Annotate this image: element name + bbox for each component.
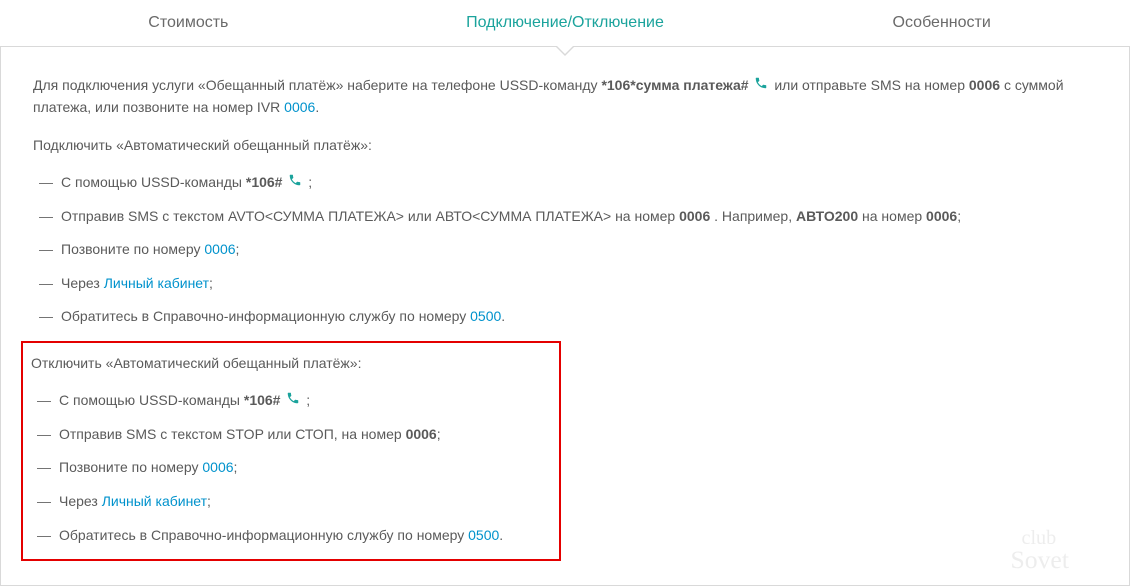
sms-number: 0006 <box>969 77 1000 93</box>
section-on-title: Подключить «Автоматический обещанный пла… <box>33 135 1097 157</box>
item-text: Обратитесь в Справочно-информационную сл… <box>59 527 468 543</box>
phone-icon <box>754 75 768 97</box>
item-text: ; <box>308 174 312 190</box>
list-item: С помощью USSD-команды *106# ; <box>33 173 1097 193</box>
item-text: . <box>499 527 503 543</box>
list-item: Обратитесь в Справочно-информационную сл… <box>33 307 1097 327</box>
tab-connect[interactable]: Подключение/Отключение <box>377 0 754 46</box>
list-item: Позвоните по номеру 0006; <box>33 240 1097 260</box>
svg-text:Sovet: Sovet <box>1011 545 1069 574</box>
item-text: на номер <box>862 208 926 224</box>
item-text: Обратитесь в Справочно-информационную сл… <box>61 308 470 324</box>
ussd-code: *106# <box>246 174 283 190</box>
content-panel: Для подключения услуги «Обещанный платёж… <box>0 47 1130 586</box>
ivr-link[interactable]: 0006 <box>284 99 315 115</box>
list-item: Позвоните по номеру 0006; <box>31 458 551 478</box>
ussd-code: *106# <box>244 392 281 408</box>
phone-link[interactable]: 0006 <box>204 241 235 257</box>
list-item: Отправив SMS с текстом AVTO<СУММА ПЛАТЕЖ… <box>33 207 1097 227</box>
intro-paragraph: Для подключения услуги «Обещанный платёж… <box>33 75 1097 119</box>
account-link[interactable]: Личный кабинет <box>102 493 207 509</box>
phone-link[interactable]: 0006 <box>202 459 233 475</box>
intro-text-b: или отправьте SMS на номер <box>774 77 969 93</box>
phone-icon <box>286 391 300 411</box>
number: 0006 <box>406 426 437 442</box>
support-link[interactable]: 0500 <box>468 527 499 543</box>
item-text: ; <box>306 392 310 408</box>
item-text: ; <box>437 426 441 442</box>
item-text: С помощью USSD-команды <box>61 174 246 190</box>
item-text: ; <box>234 459 238 475</box>
item-text: Отправив SMS с текстом STOP или СТОП, на… <box>59 426 406 442</box>
tab-features[interactable]: Особенности <box>753 0 1130 46</box>
ussd-code-1: *106*сумма платежа# <box>601 77 748 93</box>
tab-cost[interactable]: Стоимость <box>0 0 377 46</box>
example-code: АВТО200 <box>796 208 858 224</box>
number: 0006 <box>679 208 710 224</box>
item-text: Отправив SMS с текстом AVTO<СУММА ПЛАТЕЖ… <box>61 208 679 224</box>
item-text: Позвоните по номеру <box>59 459 202 475</box>
active-tab-pointer <box>555 46 575 56</box>
number: 0006 <box>926 208 957 224</box>
list-item: Через Личный кабинет; <box>31 492 551 512</box>
list-item: С помощью USSD-команды *106# ; <box>31 391 551 411</box>
list-item: Через Личный кабинет; <box>33 274 1097 294</box>
support-link[interactable]: 0500 <box>470 308 501 324</box>
intro-text-d: . <box>315 99 319 115</box>
list-on: С помощью USSD-команды *106# ; Отправив … <box>33 173 1097 327</box>
item-text: . <box>501 308 505 324</box>
item-text: ; <box>957 208 961 224</box>
item-text: С помощью USSD-команды <box>59 392 244 408</box>
item-text: . Например, <box>714 208 796 224</box>
list-off: С помощью USSD-команды *106# ; Отправив … <box>31 391 551 545</box>
item-text: Через <box>61 275 104 291</box>
list-item: Отправив SMS с текстом STOP или СТОП, на… <box>31 425 551 445</box>
phone-icon <box>288 173 302 193</box>
tab-bar: Стоимость Подключение/Отключение Особенн… <box>0 0 1130 47</box>
list-item: Обратитесь в Справочно-информационную сл… <box>31 526 551 546</box>
section-off-title: Отключить «Автоматический обещанный плат… <box>31 353 551 375</box>
item-text: ; <box>207 493 211 509</box>
item-text: Позвоните по номеру <box>61 241 204 257</box>
intro-text-a: Для подключения услуги «Обещанный платёж… <box>33 77 601 93</box>
account-link[interactable]: Личный кабинет <box>104 275 209 291</box>
highlight-box: Отключить «Автоматический обещанный плат… <box>21 341 561 561</box>
item-text: Через <box>59 493 102 509</box>
item-text: ; <box>236 241 240 257</box>
item-text: ; <box>209 275 213 291</box>
